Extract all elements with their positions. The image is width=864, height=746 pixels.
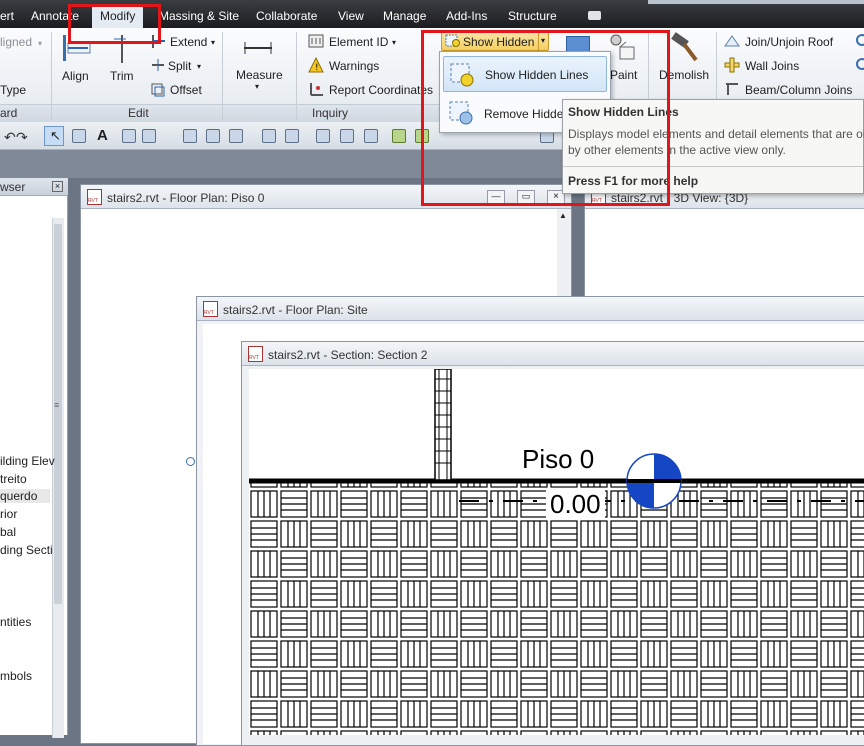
menu-tab-view[interactable]: View bbox=[338, 9, 364, 23]
tag-icon[interactable] bbox=[72, 129, 86, 143]
section-drawing bbox=[249, 369, 864, 735]
scrollbar-thumb[interactable] bbox=[54, 224, 62, 604]
element-id-icon bbox=[308, 34, 324, 48]
cursor-arrow-icon: ↖ bbox=[50, 128, 61, 143]
wall-tool-icon[interactable] bbox=[364, 129, 378, 143]
rvt-file-icon bbox=[203, 301, 218, 317]
chevron-down-icon: ▾ bbox=[38, 39, 43, 48]
menu-tab-insert[interactable]: ert bbox=[0, 9, 14, 23]
report-coordinates-label: Report Coordinates bbox=[329, 83, 434, 97]
menu-tab-collaborate[interactable]: Collaborate bbox=[256, 9, 317, 23]
section-tool-icon[interactable] bbox=[183, 129, 197, 143]
aligned-dimension-icon[interactable] bbox=[122, 129, 136, 143]
warnings-label: Warnings bbox=[329, 59, 380, 73]
default-3d-icon[interactable] bbox=[262, 129, 276, 143]
project-browser: ≡ ilding Elev treito querdo rior bal din… bbox=[0, 178, 68, 738]
tree-item[interactable]: bal bbox=[0, 525, 16, 539]
extend-label: Extend bbox=[170, 35, 208, 49]
tree-item-selected[interactable]: querdo bbox=[0, 489, 50, 503]
tree-item[interactable]: rior bbox=[0, 507, 17, 521]
measure-tool-icon[interactable] bbox=[285, 129, 299, 143]
chevron-down-icon: ▾ bbox=[392, 38, 397, 47]
split-label: Split bbox=[168, 59, 192, 73]
window-titlebar[interactable]: stairs2.rvt - Floor Plan: Site bbox=[197, 297, 864, 321]
window-title: stairs2.rvt - Floor Plan: Site bbox=[223, 303, 368, 317]
scrollbar-grip-icon: ≡ bbox=[54, 400, 60, 410]
text-tool-icon[interactable]: A bbox=[97, 127, 108, 144]
rvt-file-icon bbox=[87, 189, 102, 205]
panel-label-edit: Edit bbox=[128, 106, 149, 120]
hammer-icon bbox=[671, 32, 698, 62]
coordinates-icon bbox=[310, 83, 323, 96]
wall-joins-label: Wall Joins bbox=[745, 59, 800, 73]
browser-title: wser bbox=[0, 180, 26, 194]
ribbon-minimize-icon[interactable] bbox=[588, 11, 601, 20]
scroll-up-icon[interactable]: ▲ bbox=[559, 211, 567, 220]
tree-item[interactable]: ntities bbox=[0, 615, 31, 629]
panel-label-clipboard: ard bbox=[0, 106, 18, 120]
chevron-down-icon: ▾ bbox=[255, 82, 260, 91]
align-label: Align bbox=[62, 69, 89, 83]
spot-elevation-icon[interactable] bbox=[142, 129, 156, 143]
beam-joins-icon bbox=[726, 83, 738, 95]
wall-joins-icon bbox=[724, 57, 740, 73]
thin-lines-icon[interactable] bbox=[229, 129, 243, 143]
menu-tab-addins[interactable]: Add-Ins bbox=[446, 9, 487, 23]
browser-header: wser × bbox=[0, 178, 68, 196]
rvt-file-icon bbox=[248, 346, 263, 362]
window-title: stairs2.rvt - Floor Plan: Piso 0 bbox=[107, 191, 265, 205]
close-hidden-icon[interactable] bbox=[316, 129, 330, 143]
annotation-highlight-box bbox=[68, 4, 161, 44]
measure-label: Measure bbox=[236, 68, 283, 82]
measure-icon bbox=[244, 42, 272, 54]
level-elevation-label[interactable]: 0.00 bbox=[546, 489, 605, 520]
aligned-dropdown[interactable]: ligned bbox=[0, 35, 32, 49]
level-name-label[interactable]: Piso 0 bbox=[522, 444, 594, 475]
roof-icon bbox=[724, 35, 740, 47]
beam-joins-label: Beam/Column Joins bbox=[745, 83, 853, 97]
vertical-scrollbar[interactable] bbox=[557, 209, 571, 309]
menu-tab-manage[interactable]: Manage bbox=[383, 9, 426, 23]
chevron-down-icon: ▾ bbox=[197, 62, 202, 71]
split-icon bbox=[152, 59, 164, 71]
section-canvas[interactable]: Piso 0 0.00 bbox=[249, 369, 864, 735]
offset-icon bbox=[151, 83, 165, 97]
offset-label: Offset bbox=[170, 83, 202, 97]
tree-item[interactable]: mbols bbox=[0, 669, 32, 683]
cut-icon[interactable] bbox=[856, 34, 864, 46]
join-roof-label: Join/Unjoin Roof bbox=[745, 35, 834, 49]
panel-label-inquiry: Inquiry bbox=[312, 106, 349, 120]
tree-item[interactable]: ilding Elev bbox=[0, 454, 55, 468]
element-id-label: Element ID bbox=[329, 35, 389, 49]
level-marker-icon bbox=[626, 453, 682, 509]
close-icon[interactable]: × bbox=[52, 181, 63, 192]
warning-icon: ! bbox=[308, 57, 324, 73]
undo-arrow-icon[interactable]: ↶ bbox=[4, 129, 16, 146]
callout-icon[interactable] bbox=[206, 129, 220, 143]
title-strip bbox=[648, 0, 864, 4]
trim-label: Trim bbox=[110, 69, 134, 83]
menu-tab-massing-site[interactable]: Massing & Site bbox=[159, 9, 239, 23]
cope-icon[interactable] bbox=[856, 58, 864, 70]
window-title: stairs2.rvt - Section: Section 2 bbox=[268, 348, 428, 362]
redo-arrow-icon[interactable]: ↷ bbox=[16, 129, 28, 146]
tree-item[interactable]: ding Secti bbox=[0, 543, 53, 557]
switch-windows-icon[interactable] bbox=[340, 129, 354, 143]
chevron-down-icon: ▾ bbox=[211, 38, 216, 47]
annotation-highlight-box bbox=[421, 30, 670, 206]
menu-tab-structure[interactable]: Structure bbox=[508, 9, 557, 23]
tree-item[interactable]: treito bbox=[0, 472, 27, 486]
type-properties-button[interactable]: Type bbox=[0, 83, 26, 97]
grip-handle-icon[interactable] bbox=[186, 457, 195, 466]
stair-element bbox=[434, 369, 452, 481]
svg-text:!: ! bbox=[315, 63, 319, 73]
component-icon[interactable] bbox=[392, 129, 406, 143]
window-titlebar[interactable]: stairs2.rvt - Section: Section 2 bbox=[242, 342, 864, 366]
